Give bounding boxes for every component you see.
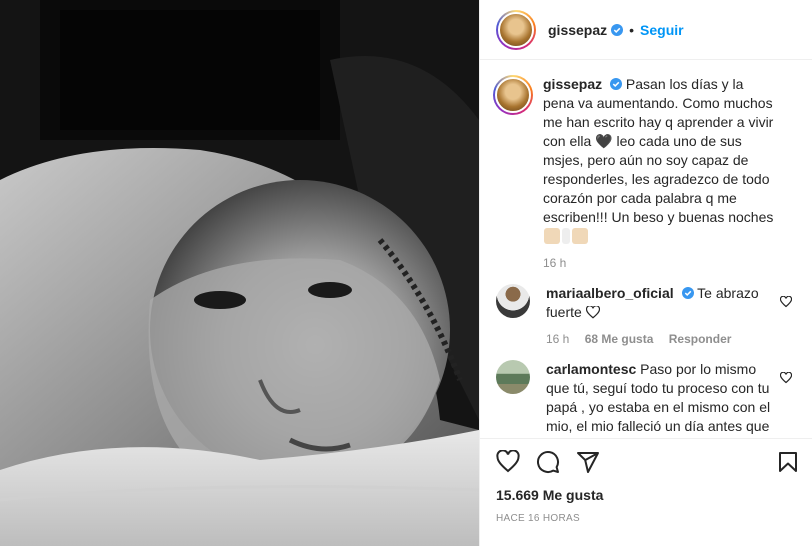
comment-icon[interactable]: [536, 450, 560, 474]
commenter-avatar[interactable]: [496, 360, 530, 394]
caption-username[interactable]: gissepaz: [543, 76, 602, 92]
save-icon[interactable]: [776, 450, 800, 474]
like-icon[interactable]: [496, 450, 520, 474]
comment-row: mariaalbero_oficial Te abrazo fuerte 16 …: [496, 284, 796, 346]
broken-glyph-icon: [562, 228, 570, 244]
caption-row: gissepaz Pasan los días y la pena va aum…: [493, 75, 796, 270]
post-actions: 15.669 Me gusta HACE 16 HORAS: [480, 438, 812, 546]
verified-badge-icon: [681, 287, 694, 299]
caption-time[interactable]: 16 h: [543, 256, 566, 270]
caption-avatar[interactable]: [493, 75, 533, 115]
post-timestamp[interactable]: HACE 16 HORAS: [480, 513, 812, 524]
post-image: [0, 0, 479, 546]
caption-meta: 16 h: [543, 256, 775, 270]
comment-row: carlamontesc Paso por lo mismo que tú, s…: [496, 360, 796, 438]
post-modal: gissepaz • Seguir gissepaz Pasan los día…: [0, 0, 812, 546]
post-side-panel: gissepaz • Seguir gissepaz Pasan los día…: [479, 0, 812, 546]
caption-text: Pasan los días y la pena va aumentando. …: [543, 76, 774, 225]
share-icon[interactable]: [576, 450, 600, 474]
like-comment-icon[interactable]: [780, 372, 792, 384]
follow-button[interactable]: Seguir: [640, 22, 684, 38]
reply-button[interactable]: Responder: [669, 332, 732, 346]
post-header: gissepaz • Seguir: [480, 0, 812, 60]
comment-username[interactable]: mariaalbero_oficial: [546, 285, 674, 301]
comments-list[interactable]: gissepaz Pasan los días y la pena va aum…: [480, 61, 812, 438]
verified-badge-icon: [610, 78, 623, 90]
heart-outline-icon: [585, 305, 600, 319]
comment-time[interactable]: 16 h: [546, 332, 569, 346]
comment-likes[interactable]: 68 Me gusta: [585, 332, 654, 346]
comment-username[interactable]: carlamontesc: [546, 361, 636, 377]
praying-hands-icon: [544, 228, 560, 244]
verified-badge-icon: [611, 23, 624, 36]
comment-meta: 16 h 68 Me gusta Responder: [546, 332, 778, 346]
action-bar: [480, 439, 812, 485]
author-username[interactable]: gissepaz: [548, 22, 607, 38]
post-photo[interactable]: [0, 0, 479, 546]
praying-hands-icon: [572, 228, 588, 244]
separator-dot: •: [629, 21, 635, 38]
author-avatar[interactable]: [496, 9, 536, 50]
commenter-avatar[interactable]: [496, 284, 530, 318]
likes-count[interactable]: 15.669 Me gusta: [480, 487, 812, 503]
like-comment-icon[interactable]: [780, 296, 792, 308]
